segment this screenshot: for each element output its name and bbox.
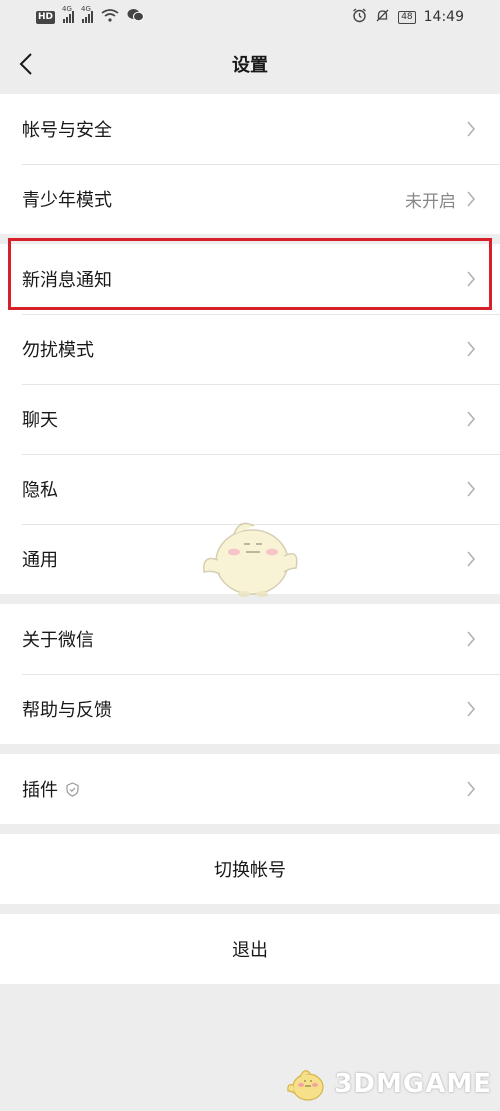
chevron-right-icon xyxy=(466,340,478,358)
settings-item-label: 帮助与反馈 xyxy=(22,700,112,721)
group-gap xyxy=(0,904,500,914)
settings-item-label: 聊天 xyxy=(22,410,58,431)
settings-item-label: 新消息通知 xyxy=(22,270,112,291)
settings-item-label: 帐号与安全 xyxy=(22,120,112,141)
shield-icon xyxy=(66,781,79,797)
settings-item-do-not-disturb[interactable]: 勿扰模式 xyxy=(0,314,500,384)
status-time: 14:49 xyxy=(423,9,464,25)
settings-item-label: 青少年模式 xyxy=(22,190,112,211)
back-button[interactable] xyxy=(14,50,38,78)
chevron-right-icon xyxy=(466,190,478,208)
settings-item-youth-mode[interactable]: 青少年模式 未开启 xyxy=(0,164,500,234)
mute-bell-icon xyxy=(375,8,390,27)
settings-item-new-message-notification[interactable]: 新消息通知 xyxy=(0,244,500,314)
chevron-right-icon xyxy=(466,270,478,288)
settings-item-plugins[interactable]: 插件 xyxy=(0,754,500,824)
settings-item-label: 勿扰模式 xyxy=(22,340,94,361)
settings-item-help-feedback[interactable]: 帮助与反馈 xyxy=(0,674,500,744)
logout-button[interactable]: 退出 xyxy=(0,914,500,984)
settings-item-label: 插件 xyxy=(22,780,58,801)
settings-item-label: 关于微信 xyxy=(22,630,94,651)
chevron-right-icon xyxy=(466,410,478,428)
switch-account-label: 切换帐号 xyxy=(214,860,286,881)
mascot-logo-icon xyxy=(287,1070,324,1101)
chevron-right-icon xyxy=(466,120,478,138)
about-group: 关于微信 帮助与反馈 xyxy=(0,604,500,744)
page-title: 设置 xyxy=(232,55,268,76)
group-gap xyxy=(0,744,500,754)
chevron-right-icon xyxy=(466,630,478,648)
back-arrow-icon xyxy=(19,53,32,75)
chevron-right-icon xyxy=(466,780,478,798)
group-gap xyxy=(0,824,500,834)
nav-bar: 设置 xyxy=(0,34,500,94)
settings-item-label-wrap: 插件 xyxy=(22,776,466,802)
settings-item-label: 隐私 xyxy=(22,480,58,501)
watermark: 3DMGAME xyxy=(286,1065,492,1103)
wifi-icon xyxy=(101,8,119,26)
battery-icon: 48 xyxy=(398,10,416,24)
watermark-text: 3DMGAME xyxy=(334,1069,492,1099)
mascot-watermark-icon xyxy=(203,522,298,597)
status-left: HD 4G 4G xyxy=(36,5,145,26)
chevron-right-icon xyxy=(466,480,478,498)
signal-icon: 4G xyxy=(62,5,75,23)
chevron-right-icon xyxy=(466,550,478,568)
logout-label: 退出 xyxy=(232,940,268,961)
account-group: 帐号与安全 青少年模式 未开启 xyxy=(0,94,500,234)
switch-account-group: 切换帐号 xyxy=(0,834,500,904)
signal-icon-2: 4G xyxy=(81,5,94,23)
plugins-group: 插件 xyxy=(0,754,500,824)
youth-mode-status: 未开启 xyxy=(405,191,456,212)
settings-item-account-security[interactable]: 帐号与安全 xyxy=(0,94,500,164)
wechat-notification-icon xyxy=(127,8,145,26)
settings-item-about-wechat[interactable]: 关于微信 xyxy=(0,604,500,674)
settings-item-chat[interactable]: 聊天 xyxy=(0,384,500,454)
chevron-right-icon xyxy=(466,700,478,718)
alarm-icon xyxy=(352,7,367,27)
status-right: 48 14:49 xyxy=(352,7,464,27)
logout-group: 退出 xyxy=(0,914,500,984)
status-bar: HD 4G 4G 48 14:49 xyxy=(0,0,500,34)
hd-icon: HD xyxy=(36,10,56,24)
group-gap xyxy=(0,234,500,244)
switch-account-button[interactable]: 切换帐号 xyxy=(0,834,500,904)
